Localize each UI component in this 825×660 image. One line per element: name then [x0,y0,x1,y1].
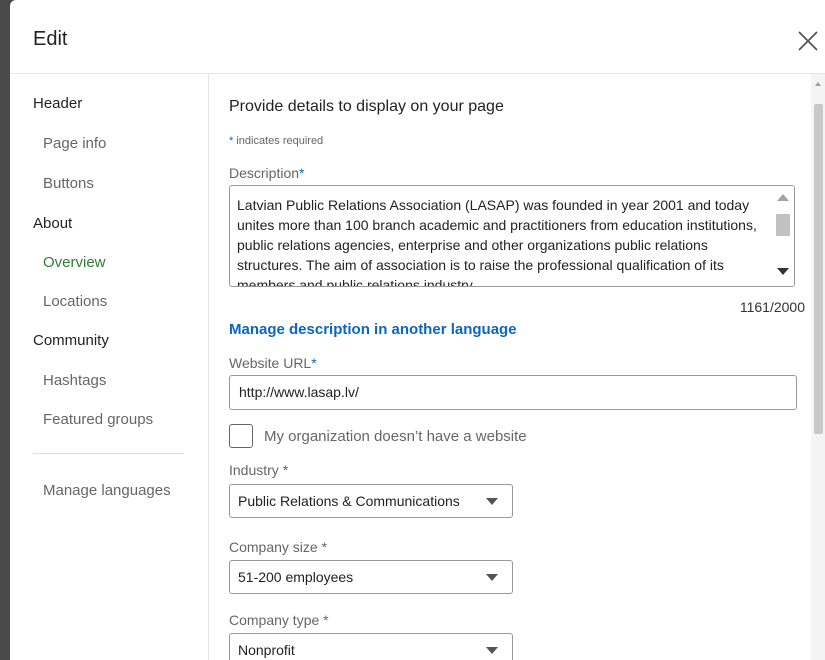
form-content: Provide details to display on your page … [209,74,825,660]
sidebar-item-locations[interactable]: Locations [43,293,107,310]
required-star: * [299,165,305,181]
no-website-checkbox-label: My organization doesn’t have a website [264,428,527,445]
description-textarea[interactable]: Latvian Public Relations Association (LA… [229,185,795,287]
sidebar-section-header: Header [33,95,83,112]
scroll-up-icon[interactable] [815,82,821,86]
description-scrollbar[interactable] [772,186,794,286]
company-type-label: Company type * [229,612,329,628]
form-intro: Provide details to display on your page [229,98,504,115]
chevron-down-icon [486,574,498,581]
company-size-value: 51-200 employees [238,569,354,585]
website-label: Website URL* [229,355,317,371]
edit-modal: Edit Header Page info Buttons About Over… [10,0,825,660]
scroll-thumb[interactable] [814,104,823,434]
company-type-value: Nonprofit [238,642,295,658]
description-label-text: Description [229,165,300,181]
scroll-up-icon[interactable] [777,194,789,201]
scroll-down-icon[interactable] [777,268,789,275]
scroll-thumb[interactable] [776,214,790,236]
modal-scrollbar[interactable] [811,74,825,660]
sidebar-item-page-info[interactable]: Page info [43,135,106,152]
company-size-select[interactable]: 51-200 employees [229,560,513,594]
close-button[interactable] [795,28,825,58]
modal-header: Edit [10,0,825,74]
industry-label: Industry * [229,462,289,478]
company-type-select[interactable]: Nonprofit [229,633,513,660]
description-label: Description* [229,165,304,181]
sidebar-section-about: About [33,215,73,232]
sidebar-item-hashtags[interactable]: Hashtags [43,372,106,389]
required-star: * [229,135,234,147]
sidebar-item-manage-languages[interactable]: Manage languages [43,482,171,499]
close-icon [798,31,818,51]
manage-language-link[interactable]: Manage description in another language [229,321,517,338]
sidebar-nav: Header Page info Buttons About Overview … [10,74,209,660]
chevron-down-icon [486,498,498,505]
character-counter: 1161/2000 [739,299,805,315]
website-label-text: Website URL [229,355,312,371]
required-note: * indicates required [229,135,323,147]
required-note-text: indicates required [236,135,324,147]
sidebar-section-community: Community [33,332,109,349]
industry-select[interactable]: Public Relations & Communications [229,484,513,518]
website-url-input[interactable]: http://www.lasap.lv/ [229,375,797,410]
sidebar-item-overview[interactable]: Overview [43,254,106,271]
no-website-checkbox[interactable] [229,424,253,448]
sidebar-item-buttons[interactable]: Buttons [43,175,94,192]
sidebar-divider [33,453,184,454]
required-star: * [311,355,317,371]
modal-title: Edit [33,28,68,50]
company-size-label: Company size * [229,539,328,555]
sidebar-item-featured-groups[interactable]: Featured groups [43,411,153,428]
chevron-down-icon [486,647,498,654]
industry-value: Public Relations & Communications [238,493,460,509]
description-text: Latvian Public Relations Association (LA… [237,197,757,287]
